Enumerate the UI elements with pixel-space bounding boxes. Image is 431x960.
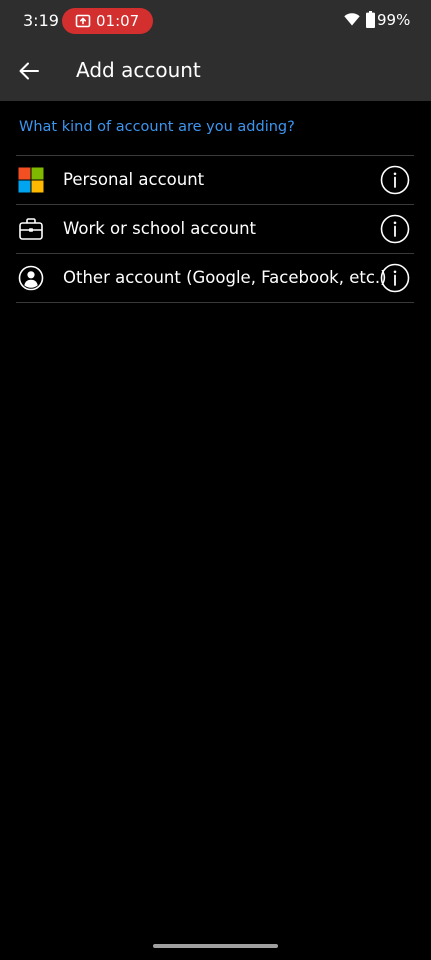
personal-account-option[interactable]: Personal account: [16, 156, 414, 205]
status-time: 3:19: [23, 11, 59, 30]
recording-timer: 01:07: [96, 12, 140, 30]
personal-account-label: Personal account: [63, 170, 205, 189]
home-gesture-bar[interactable]: [153, 944, 278, 948]
other-account-option[interactable]: Other account (Google, Facebook, etc.): [16, 254, 414, 303]
wifi-icon: [344, 13, 360, 26]
person-circle-icon: [18, 265, 44, 291]
screen-record-icon: [75, 14, 91, 28]
info-icon[interactable]: [380, 165, 410, 195]
app-bar: Add account: [0, 42, 431, 101]
status-bar: 3:19 01:07 99%: [0, 0, 431, 42]
info-icon[interactable]: [380, 263, 410, 293]
page-title: Add account: [76, 58, 201, 82]
battery-icon: [366, 11, 375, 28]
account-type-prompt: What kind of account are you adding?: [19, 119, 295, 135]
info-icon[interactable]: [380, 214, 410, 244]
account-type-list: Personal account Work or school account …: [16, 155, 414, 303]
battery-percent: 99%: [377, 11, 411, 29]
screen-recording-indicator[interactable]: 01:07: [62, 8, 153, 34]
microsoft-logo-icon: [18, 167, 44, 193]
briefcase-icon: [19, 218, 43, 240]
other-account-label: Other account (Google, Facebook, etc.): [63, 268, 387, 287]
work-school-account-label: Work or school account: [63, 219, 257, 238]
arrow-left-icon: [19, 62, 39, 80]
work-school-account-option[interactable]: Work or school account: [16, 205, 414, 254]
back-button[interactable]: [9, 51, 49, 91]
